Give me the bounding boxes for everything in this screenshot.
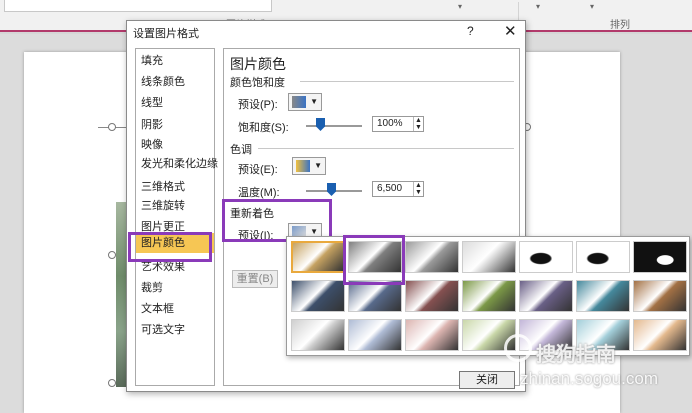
recolor-swatch[interactable] <box>633 241 687 273</box>
ribbon-dropdown-icon[interactable]: ▾ <box>590 2 594 11</box>
recolor-swatch[interactable] <box>462 241 516 273</box>
saturation-preset-dropdown[interactable]: ▼ <box>288 93 322 111</box>
nav-item-alt-text[interactable]: 可选文字 <box>141 320 185 340</box>
saturation-amount-label: 饱和度(S): <box>238 122 289 134</box>
saturation-preset-label: 预设(P): <box>238 99 278 111</box>
resize-handle[interactable] <box>108 379 116 387</box>
ribbon-field[interactable] <box>4 0 272 12</box>
recolor-swatch[interactable] <box>405 280 459 312</box>
section-saturation: 颜色饱和度 <box>230 77 285 89</box>
ribbon-group-arrange: 排列 <box>610 20 630 31</box>
temperature-slider-thumb[interactable] <box>327 183 336 196</box>
nav-item-crop[interactable]: 裁剪 <box>141 278 163 298</box>
panel-title: 图片颜色 <box>230 56 286 72</box>
chevron-down-icon: ▼ <box>314 161 322 170</box>
nav-item-line-style[interactable]: 线型 <box>141 93 163 113</box>
saturation-slider[interactable] <box>306 125 362 127</box>
dialog-title: 设置图片格式 <box>133 28 199 40</box>
tone-preset-icon <box>296 160 310 172</box>
watermark-url: zhinan.sogou.com <box>520 369 658 388</box>
recolor-swatch[interactable] <box>462 280 516 312</box>
divider <box>300 81 514 82</box>
section-tone: 色调 <box>230 144 252 156</box>
ribbon-dropdown-icon[interactable]: ▾ <box>536 2 540 11</box>
recolor-swatch[interactable] <box>633 319 687 351</box>
nav-item-fill[interactable]: 填充 <box>141 51 163 71</box>
recolor-swatch[interactable] <box>576 280 630 312</box>
recolor-swatch[interactable] <box>348 319 402 351</box>
nav-item-3d-format[interactable]: 三维格式 <box>141 177 185 197</box>
recolor-swatch[interactable] <box>405 241 459 273</box>
resize-handle[interactable] <box>108 251 116 259</box>
recolor-swatch[interactable] <box>291 280 345 312</box>
tone-preset-dropdown[interactable]: ▼ <box>292 157 326 175</box>
temperature-value: 6,500 <box>377 183 403 194</box>
nav-item-text-box[interactable]: 文本框 <box>141 299 174 319</box>
help-icon[interactable]: ? <box>467 24 474 38</box>
recolor-swatch[interactable] <box>576 241 630 273</box>
recolor-swatch[interactable] <box>519 280 573 312</box>
saturation-preset-icon <box>292 96 306 108</box>
saturation-spinner[interactable]: 100% ▲ ▼ <box>372 116 424 132</box>
recolor-swatch[interactable] <box>291 319 345 351</box>
chevron-down-icon: ▼ <box>310 97 318 106</box>
recolor-swatch[interactable] <box>519 241 573 273</box>
nav-item-line-color[interactable]: 线条颜色 <box>141 72 185 92</box>
close-icon[interactable]: ✕ <box>504 22 517 40</box>
recolor-swatch[interactable] <box>633 280 687 312</box>
saturation-slider-thumb[interactable] <box>316 118 325 131</box>
recolor-swatch[interactable] <box>405 319 459 351</box>
nav-item-reflection[interactable]: 映像 <box>141 135 163 155</box>
category-list: 填充 线条颜色 线型 阴影 映像 发光和柔化边缘 三维格式 三维旋转 图片更正 … <box>135 48 218 386</box>
ribbon-dropdown-icon[interactable]: ▾ <box>458 2 462 11</box>
nav-item-shadow[interactable]: 阴影 <box>141 115 163 135</box>
saturation-value: 100% <box>377 118 403 129</box>
spinner-arrows-icon[interactable]: ▲ ▼ <box>413 117 423 131</box>
spinner-arrows-icon[interactable]: ▲ ▼ <box>413 182 423 196</box>
annotation-highlight-nav <box>128 232 212 262</box>
tone-preset-label: 预设(E): <box>238 164 278 176</box>
close-button[interactable]: 关闭 <box>459 371 515 389</box>
recolor-swatch[interactable] <box>291 241 345 273</box>
divider <box>258 148 514 149</box>
temperature-spinner[interactable]: 6,500 ▲ ▼ <box>372 181 424 197</box>
reset-button[interactable]: 重置(B) <box>232 270 278 288</box>
nav-item-3d-rotation[interactable]: 三维旋转 <box>141 196 185 216</box>
watermark-logo-icon <box>504 334 532 362</box>
annotation-highlight-swatch <box>343 235 405 285</box>
temperature-label: 温度(M): <box>238 187 280 199</box>
nav-item-glow[interactable]: 发光和柔化边缘 <box>141 154 218 174</box>
watermark-brand: 搜狗指南 <box>536 344 616 366</box>
resize-handle[interactable] <box>108 123 116 131</box>
